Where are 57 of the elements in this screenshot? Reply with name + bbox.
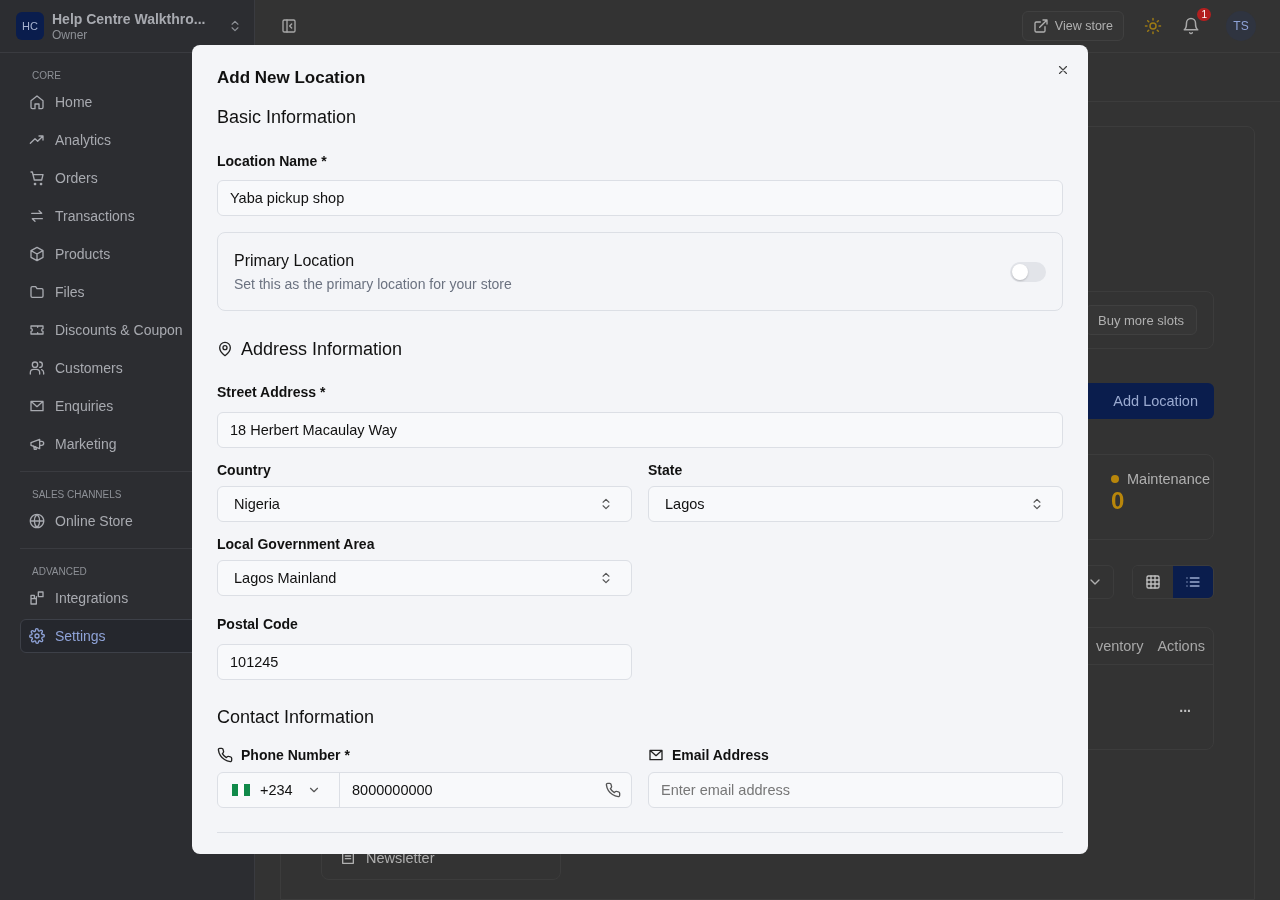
section-heading: ADVANCED [31,565,87,579]
field-label: Country [217,461,271,480]
grid-icon [1145,574,1161,590]
external-link-icon [1032,18,1049,34]
location-pin-icon [217,341,233,357]
workspace-name[interactable]: Help Centre Walkthro... [52,10,206,28]
country-select[interactable]: Nigeria [217,486,632,522]
primary-toggle[interactable] [1010,261,1046,282]
workspace-logo[interactable]: HC [16,12,44,40]
field-label: Email Address [672,746,769,765]
section-heading: Contact Information [217,706,375,729]
stat-value: 0 [1111,487,1125,515]
primary-location-title: Primary Location [234,250,356,271]
folder-icon [29,284,45,300]
email-field[interactable]: Enter email address [648,772,1063,808]
box-icon [29,246,45,262]
cart-icon [29,170,45,186]
field-label: Phone Number * [241,746,350,765]
location-name-field[interactable]: Yaba pickup shop [217,180,1063,216]
globe-icon [29,513,45,529]
section-heading: Address Information [241,338,403,361]
section-heading: SALES CHANNELS [31,488,122,502]
row-actions-button[interactable]: ... [1179,699,1191,715]
bell-icon[interactable] [1182,17,1200,35]
list-view-button[interactable] [1173,566,1213,598]
view-store-button[interactable]: View store [1021,11,1124,41]
buy-slots-button[interactable]: Buy more slots [1085,305,1197,335]
arrows-icon [29,208,45,224]
user-avatar[interactable]: TS [1226,11,1256,41]
dialog-title: Add New Location [217,67,366,89]
sidebar-toggle-icon[interactable] [281,18,297,34]
close-icon[interactable] [1056,63,1070,77]
column-header: Actions [1157,638,1205,654]
mail-icon [29,398,45,414]
list-icon [1185,574,1201,590]
street-address-field[interactable]: 18 Herbert Macaulay Way [217,412,1063,448]
field-label: State [648,461,683,480]
users-icon [29,360,45,376]
section-heading: CORE [31,69,61,83]
stat-label: Maintenance [1127,471,1211,487]
sun-icon[interactable] [1144,17,1162,35]
state-select[interactable]: Lagos [648,486,1063,522]
megaphone-icon [29,436,45,452]
home-icon [29,94,45,110]
field-label: Local Government Area [217,535,375,554]
lga-select[interactable]: Lagos Mainland [217,560,632,596]
workspace-role: Owner [52,27,88,42]
phone-icon [217,747,233,763]
field-label: Street Address * [217,383,326,402]
column-header: ventory [1095,638,1144,654]
primary-location-description: Set this as the primary location for your store [234,274,512,294]
settings-icon [29,628,45,644]
blocks-icon [29,590,45,606]
notification-badge: 1 [1197,8,1211,21]
ticket-icon [29,322,45,338]
mail-icon [648,747,664,763]
postal-code-field[interactable]: 101245 [217,644,632,680]
